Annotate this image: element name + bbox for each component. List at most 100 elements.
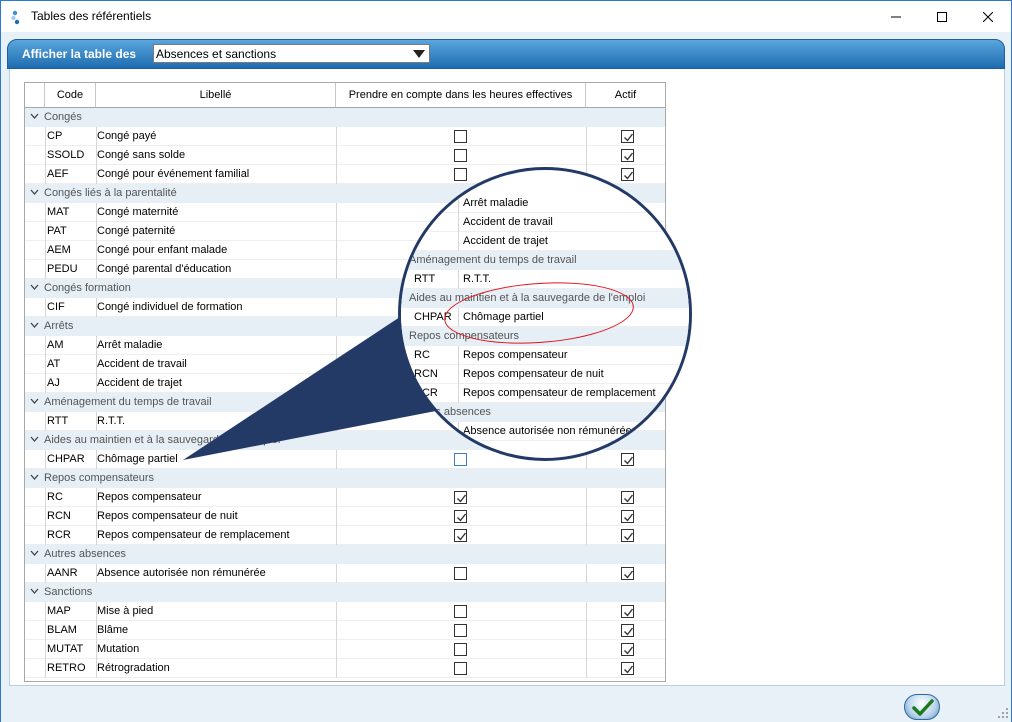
magnifier-libelle: Accident de trajet [463, 235, 548, 247]
heures-checkbox[interactable] [454, 529, 467, 542]
group-row[interactable]: Repos compensateurs [25, 469, 665, 488]
chevron-down-icon[interactable] [30, 398, 39, 405]
ok-button[interactable] [904, 694, 940, 720]
actif-checkbox[interactable] [621, 130, 634, 143]
minimize-button[interactable] [873, 1, 919, 32]
heures-checkbox[interactable] [454, 605, 467, 618]
column-divider [45, 146, 46, 165]
column-divider [458, 365, 459, 384]
cell-libelle: Congé maternité [97, 206, 179, 218]
table-select[interactable]: Absences et sanctions [153, 44, 430, 63]
chevron-down-icon[interactable] [30, 474, 39, 481]
app-icon [11, 10, 20, 25]
chevron-down-icon[interactable] [30, 189, 39, 196]
close-button[interactable] [965, 1, 1011, 32]
table-row[interactable]: CP Congé payé [25, 127, 665, 146]
cell-libelle: Repos compensateur de nuit [97, 510, 238, 522]
chevron-down-icon[interactable] [30, 588, 39, 595]
actif-checkbox[interactable] [621, 529, 634, 542]
header-heures[interactable]: Prendre en compte dans les heures effect… [336, 83, 586, 107]
check-mark-icon [624, 627, 634, 636]
cell-code: SSOLD [47, 149, 85, 161]
column-divider [45, 488, 46, 507]
header-libelle[interactable]: Libellé [96, 83, 336, 107]
column-divider [45, 659, 46, 678]
heures-checkbox[interactable] [454, 643, 467, 656]
heures-checkbox[interactable] [454, 624, 467, 637]
group-row[interactable]: Congés [25, 108, 665, 127]
actif-checkbox[interactable] [621, 510, 634, 523]
group-label: Aménagement du temps de travail [44, 396, 212, 408]
cell-libelle: R.T.T. [97, 415, 126, 427]
heures-checkbox[interactable] [454, 510, 467, 523]
table-select-value: Absences et sanctions [156, 47, 277, 61]
header-code[interactable]: Code [45, 83, 96, 107]
resize-grip-icon[interactable] [997, 707, 1009, 719]
check-mark-icon [673, 428, 683, 437]
actif-checkbox[interactable] [621, 624, 634, 637]
column-divider [458, 384, 459, 403]
column-divider [336, 526, 337, 545]
actif-checkbox[interactable] [621, 453, 634, 466]
heures-checkbox[interactable] [454, 567, 467, 580]
table-row[interactable]: MAP Mise à pied [25, 602, 665, 621]
chevron-down-icon[interactable] [30, 550, 39, 557]
table-row[interactable]: RETRO Rétrogradation [25, 659, 665, 678]
actif-checkbox[interactable] [621, 168, 634, 181]
table-row[interactable]: RCR Repos compensateur de remplacement [25, 526, 665, 545]
group-row[interactable]: Autres absences [25, 545, 665, 564]
actif-checkbox[interactable] [621, 149, 634, 162]
cell-code: RETRO [47, 662, 86, 674]
heures-checkbox[interactable] [454, 149, 467, 162]
column-divider [45, 640, 46, 659]
magnifier-row: RC Repos compensateur [401, 346, 689, 365]
table-row[interactable]: AANR Absence autorisée non rémunérée [25, 564, 665, 583]
cell-code: CIF [47, 301, 65, 313]
cell-code: RTT [47, 415, 69, 427]
check-mark-icon [624, 152, 634, 161]
column-divider [586, 146, 587, 165]
chevron-down-icon[interactable] [30, 284, 39, 291]
cell-libelle: Congé sans solde [97, 149, 186, 161]
heures-checkbox[interactable] [454, 130, 467, 143]
actif-checkbox[interactable] [621, 643, 634, 656]
table-row[interactable]: BLAM Blâme [25, 621, 665, 640]
maximize-button[interactable] [919, 1, 965, 32]
column-divider [586, 659, 587, 678]
actif-checkbox[interactable] [621, 605, 634, 618]
chevron-down-icon[interactable] [30, 113, 39, 120]
table-row[interactable]: RC Repos compensateur [25, 488, 665, 507]
column-divider [586, 127, 587, 146]
table-row[interactable]: RCN Repos compensateur de nuit [25, 507, 665, 526]
chevron-down-icon[interactable] [30, 436, 39, 443]
header-actif[interactable]: Actif [586, 83, 665, 107]
actif-checkbox[interactable] [621, 567, 634, 580]
heures-checkbox[interactable] [454, 168, 467, 181]
column-divider [45, 355, 46, 374]
table-row[interactable]: MUTAT Mutation [25, 640, 665, 659]
bottom-bar [1, 690, 1011, 722]
actif-checkbox[interactable] [621, 491, 634, 504]
magnifier-libelle: R.T.T. [463, 273, 492, 285]
cell-code: MAP [47, 605, 71, 617]
column-divider [336, 412, 337, 431]
chevron-down-icon[interactable] [30, 322, 39, 329]
cell-libelle: Congé individuel de formation [97, 301, 243, 313]
column-divider [45, 298, 46, 317]
check-mark-icon [457, 532, 467, 541]
check-mark-icon [457, 513, 467, 522]
table-row[interactable]: SSOLD Congé sans solde [25, 146, 665, 165]
column-divider [458, 213, 459, 232]
heures-checkbox[interactable] [454, 453, 467, 466]
magnifier-row: Arrêt maladie [401, 194, 689, 213]
group-label: Congés formation [44, 282, 131, 294]
close-icon [983, 11, 993, 22]
column-divider [586, 488, 587, 507]
heures-checkbox[interactable] [454, 662, 467, 675]
maximize-icon [937, 11, 947, 22]
magnifier-code: RCR [414, 387, 438, 399]
magnifier-row: RCR Repos compensateur de remplacement [401, 384, 689, 403]
actif-checkbox[interactable] [621, 662, 634, 675]
heures-checkbox[interactable] [454, 491, 467, 504]
group-row[interactable]: Sanctions [25, 583, 665, 602]
